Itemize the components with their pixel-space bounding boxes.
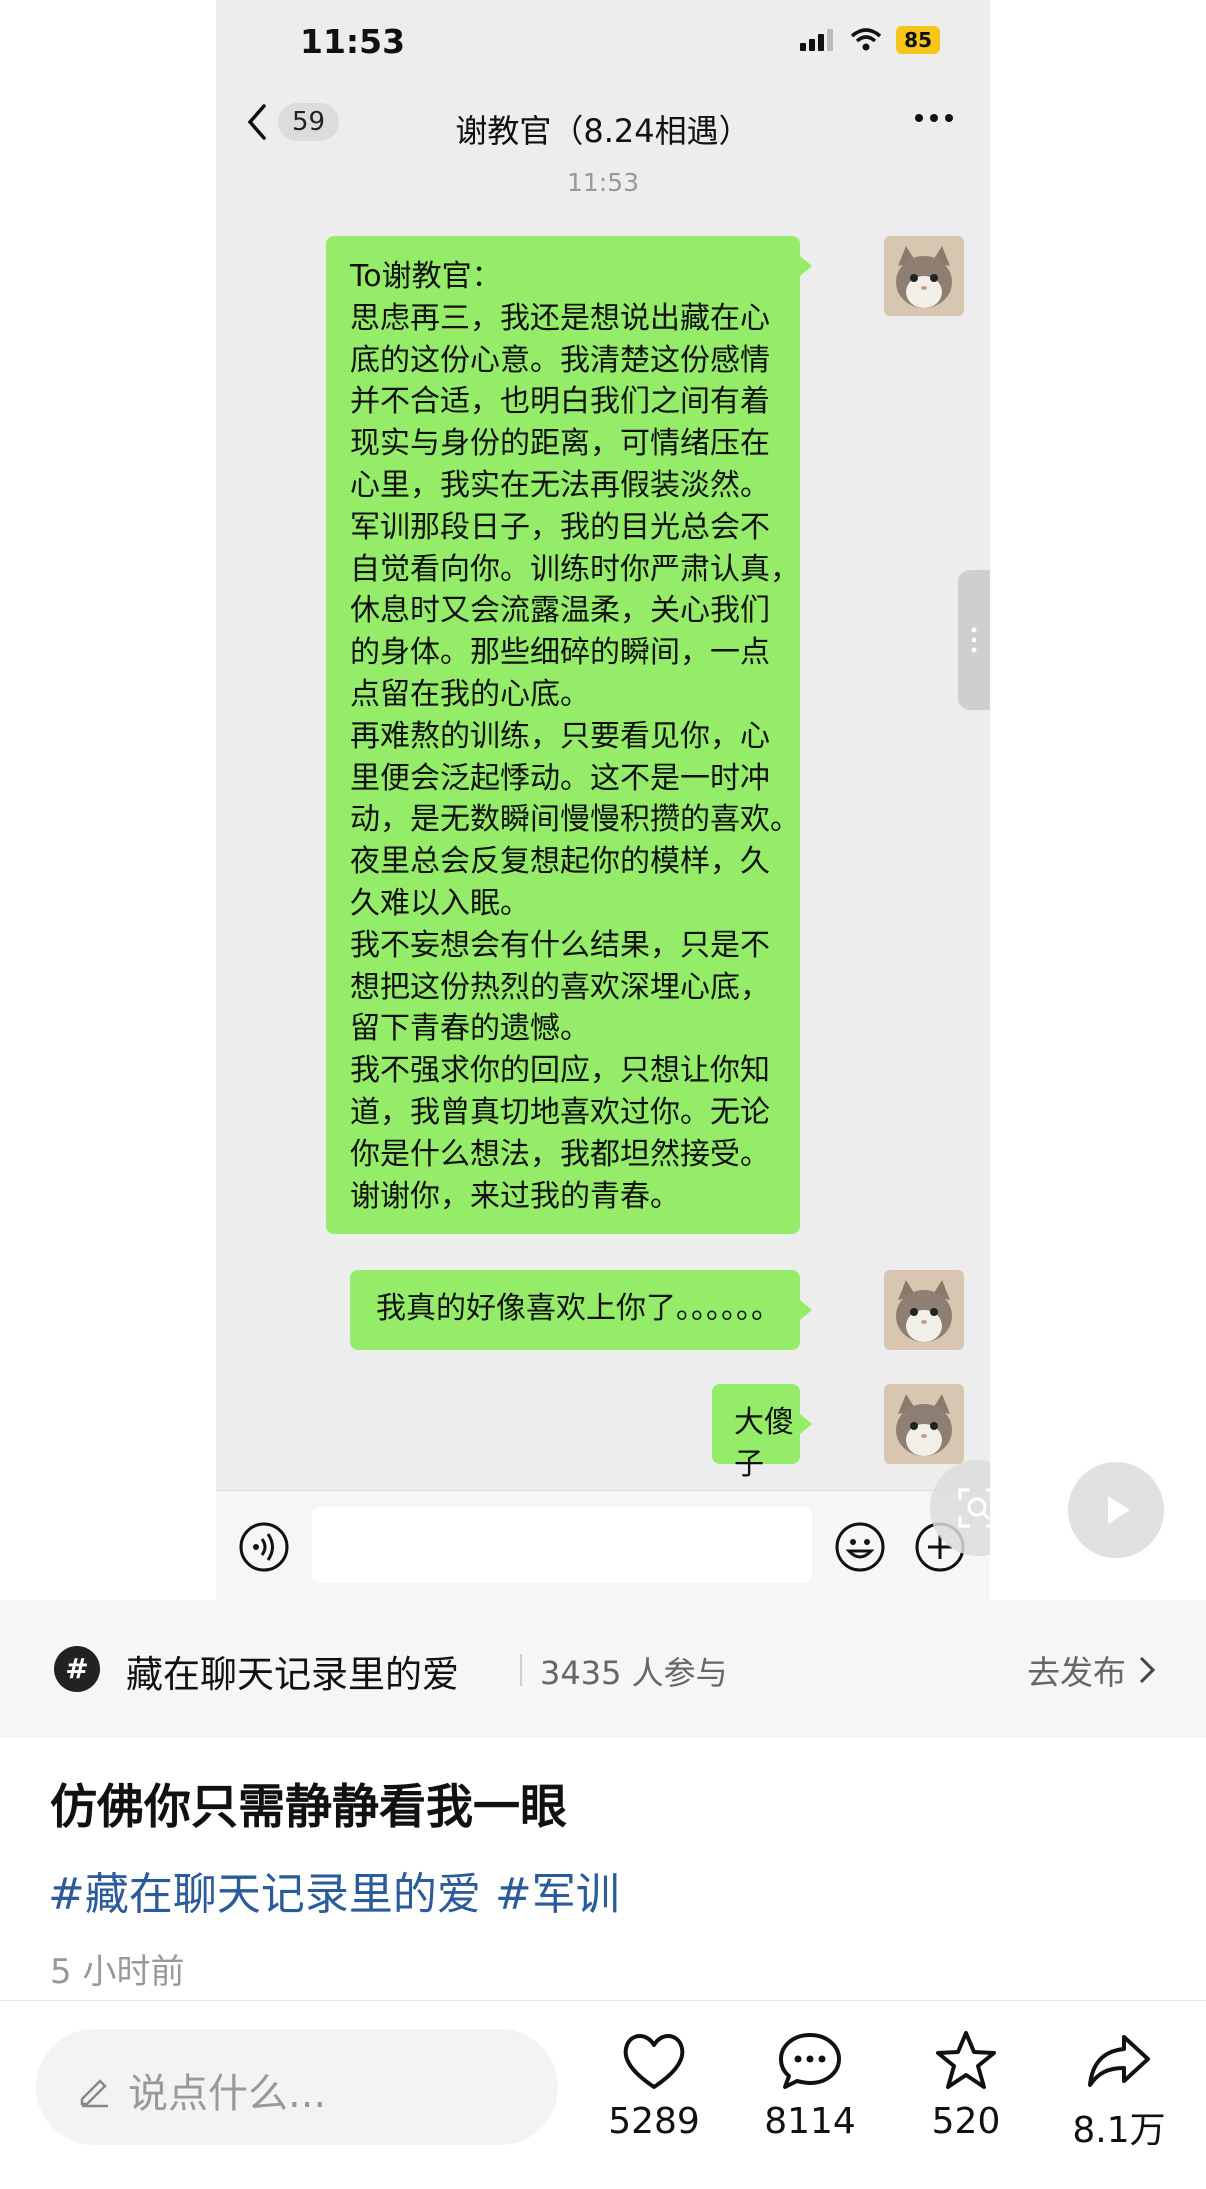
bubble-tail — [800, 256, 812, 276]
wifi-icon — [851, 28, 882, 51]
hashtag-icon: # — [54, 1646, 100, 1692]
bubble-tail — [800, 1300, 812, 1320]
chat-timestamp: 11:53 — [566, 168, 640, 197]
share-count: 8.1万 — [1072, 2110, 1166, 2151]
post-time: 5 小时前 — [50, 1952, 185, 1992]
avatar[interactable] — [884, 236, 964, 316]
play-icon — [1108, 1496, 1130, 1524]
publish-link-label: 去发布 — [1027, 1653, 1126, 1692]
bottom-action-bar: 说点什么... 5289 8114 520 8.1万 — [0, 2000, 1206, 2189]
cat-avatar-icon — [884, 1384, 964, 1464]
post-tags[interactable]: #藏在聊天记录里的爱 #军训 — [48, 1858, 620, 1922]
message-bubble[interactable]: 我真的好像喜欢上你了。。。。。。 — [350, 1270, 800, 1350]
post-title: 仿佛你只需静静看我一眼 — [50, 1780, 567, 1835]
more-dots-icon — [915, 114, 953, 122]
publish-link[interactable]: 去发布 — [1027, 1646, 1156, 1694]
comment-placeholder: 说点什么... — [128, 2071, 327, 2117]
emoji-icon[interactable] — [834, 1521, 886, 1573]
topic-name: 藏在聊天记录里的爱 — [126, 1653, 459, 1696]
message-bubble[interactable]: 大傻子 — [712, 1384, 800, 1482]
pencil-icon — [80, 2079, 108, 2108]
chat-title: 谢教官（8.24相遇） — [455, 112, 751, 150]
like-count: 5289 — [608, 2101, 700, 2142]
chat-header: 59 谢教官（8.24相遇） — [216, 92, 990, 162]
topic-participant-count: 3435 人参与 — [540, 1654, 728, 1692]
divider — [520, 1654, 522, 1686]
avatar[interactable] — [884, 1384, 964, 1464]
play-button[interactable] — [1068, 1462, 1164, 1558]
scan-search-icon — [958, 1488, 990, 1528]
topic-bar[interactable]: # 藏在聊天记录里的爱 3435 人参与 去发布 — [0, 1600, 1206, 1738]
more-button[interactable] — [914, 108, 954, 127]
battery-indicator: 85 — [896, 26, 940, 54]
like-button[interactable]: 5289 — [589, 2029, 719, 2142]
status-icons: 85 — [800, 26, 940, 54]
chat-input-bar — [216, 1490, 990, 1600]
share-button[interactable]: 8.1万 — [1054, 2029, 1184, 2153]
heart-icon — [623, 2034, 685, 2089]
chat-screenshot: 11:53 85 59 谢教官（8.24相遇） 11:53 To谢教官： 思虑再… — [216, 0, 990, 1600]
share-arrow-icon — [1088, 2035, 1150, 2087]
message-bubble[interactable]: To谢教官： 思虑再三，我还是想说出藏在心 底的这份心意。我清楚这份感情 并不合… — [326, 236, 800, 1234]
chevron-right-icon — [1139, 1656, 1156, 1684]
signal-icon — [800, 29, 834, 51]
comment-bubble-icon — [779, 2033, 841, 2089]
comment-button[interactable]: 8114 — [745, 2029, 875, 2142]
star-icon — [936, 2031, 996, 2089]
cat-avatar-icon — [884, 236, 964, 316]
voice-icon[interactable] — [238, 1521, 290, 1573]
favorite-count: 520 — [931, 2101, 1001, 2142]
bubble-tail — [800, 1414, 812, 1434]
status-time: 11:53 — [300, 22, 406, 61]
comment-input[interactable]: 说点什么... — [36, 2029, 558, 2145]
avatar[interactable] — [884, 1270, 964, 1350]
grip-dots-icon — [971, 627, 977, 653]
cat-avatar-icon — [884, 1270, 964, 1350]
favorite-button[interactable]: 520 — [901, 2029, 1031, 2142]
side-drawer-handle[interactable] — [958, 570, 990, 710]
chat-message-input[interactable] — [312, 1507, 812, 1583]
comment-count: 8114 — [764, 2101, 856, 2142]
